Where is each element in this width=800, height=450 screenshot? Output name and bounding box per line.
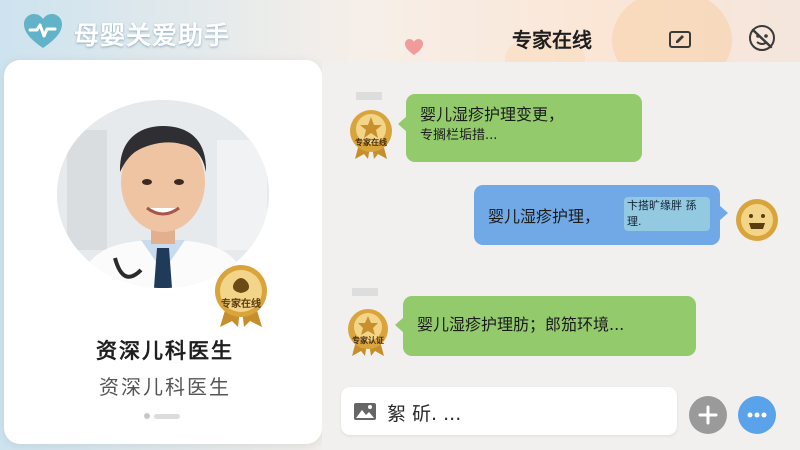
bubble-tail xyxy=(395,317,404,333)
faded-label xyxy=(356,92,382,100)
edit-button[interactable] xyxy=(660,18,700,58)
mute-icon xyxy=(749,25,775,51)
doctor-title: 资深儿科医生 xyxy=(99,375,231,399)
user-message[interactable]: 婴儿湿疹护理， 卞搭旷缘胖 孫理. xyxy=(474,185,728,245)
message-text: 专搁栏垢措... xyxy=(420,128,498,143)
expert-message[interactable]: 婴儿湿疹护理变更， 专搁栏垢措... xyxy=(398,94,642,162)
message-text: 婴儿湿疹护理肪；郎笳环境... xyxy=(417,315,625,334)
image-icon[interactable] xyxy=(353,400,377,422)
more-icon xyxy=(747,412,767,418)
doctor-name: 资深儿科医生 xyxy=(96,339,234,363)
page-indicator[interactable] xyxy=(144,413,180,419)
badge-label: 专家在线 xyxy=(355,138,387,147)
heart-logo-icon xyxy=(24,14,62,48)
add-button[interactable] xyxy=(689,396,727,434)
bubble-tail xyxy=(719,205,728,221)
more-button[interactable] xyxy=(738,396,776,434)
heart-icon xyxy=(405,39,423,55)
edit-icon xyxy=(669,31,691,48)
message-text: 卞搭旷缘胖 孫理. xyxy=(624,197,710,231)
expert-badge: 专家在线 xyxy=(210,263,272,329)
badge-label: 专家认证 xyxy=(352,336,384,345)
expert-badge-icon xyxy=(348,309,388,356)
expert-badge-icon xyxy=(350,110,392,159)
message-text: 婴儿湿疹护理变更， xyxy=(420,105,565,124)
mute-button[interactable] xyxy=(742,18,782,58)
message-text: 婴儿湿疹护理， xyxy=(488,207,601,226)
user-avatar-icon xyxy=(736,199,778,241)
page-title: 专家在线 xyxy=(512,28,592,52)
app-title: 母婴关爱助手 xyxy=(74,21,231,50)
message-input[interactable]: 絮 斫. ... xyxy=(341,387,677,435)
faded-label xyxy=(352,288,378,296)
page-dot xyxy=(144,413,150,419)
doctor-avatar xyxy=(57,100,269,288)
page-dot-active xyxy=(154,413,180,419)
expert-message[interactable]: 婴儿湿疹护理肪；郎笳环境... xyxy=(395,296,696,356)
badge-label: 专家在线 xyxy=(221,299,261,310)
input-text: 絮 斫. ... xyxy=(387,403,462,425)
plus-icon xyxy=(698,405,718,425)
bubble-tail xyxy=(398,116,407,132)
app-window: 母婴关爱助手 专家在线 专家在线 资深儿科医生 资深儿科医生 专家在线 婴儿湿疹… xyxy=(0,0,800,450)
